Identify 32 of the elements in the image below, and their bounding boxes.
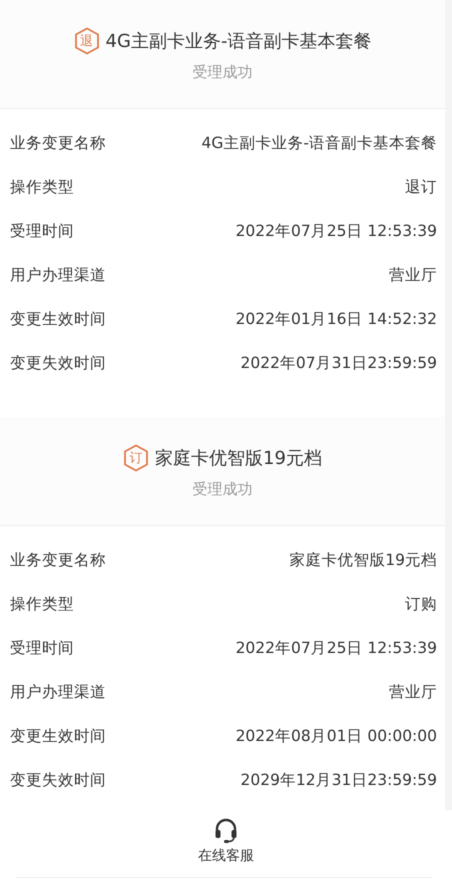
field-value: 2022年07月25日 12:53:39 [236,220,437,242]
field-label: 用户办理渠道 [10,682,106,702]
field-value: 2022年08月01日 00:00:00 [236,726,437,746]
order-title: 4G主副卡业务-语音副卡基本套餐 [106,30,372,52]
status-text: 受理成功 [192,480,252,498]
field-value: 2029年12月31日23:59:59 [240,770,437,790]
status-text: 受理成功 [192,62,252,82]
customer-service-button[interactable]: 在线客服 [198,818,254,865]
field-label: 业务变更名称 [10,550,106,570]
field-value: 营业厅 [389,682,437,702]
field-label: 变更生效时间 [10,726,106,746]
field-label: 操作类型 [10,594,74,614]
field-value: 营业厅 [389,264,437,286]
field-value: 2022年07月31日23:59:59 [240,352,437,374]
headset-icon [214,818,238,844]
field-label: 变更失效时间 [10,352,106,374]
field-label: 受理时间 [10,220,74,242]
field-label: 业务变更名称 [10,132,106,154]
field-value: 2022年01月16日 14:52:32 [236,308,437,330]
field-value: 订购 [405,594,437,614]
field-label: 用户办理渠道 [10,264,106,286]
field-label: 受理时间 [10,638,74,658]
field-value: 退订 [405,176,437,198]
field-label: 变更生效时间 [10,308,106,330]
field-value: 4G主副卡业务-语音副卡基本套餐 [202,132,437,154]
field-label: 变更失效时间 [10,770,106,790]
order-title: 家庭卡优智版19元档 [155,446,322,470]
hexagon-badge: 订 [123,444,150,472]
hexagon-badge: 退 [74,26,100,54]
field-value: 2022年07月25日 12:53:39 [236,638,437,658]
field-label: 操作类型 [10,176,74,198]
field-value: 家庭卡优智版19元档 [289,550,437,570]
